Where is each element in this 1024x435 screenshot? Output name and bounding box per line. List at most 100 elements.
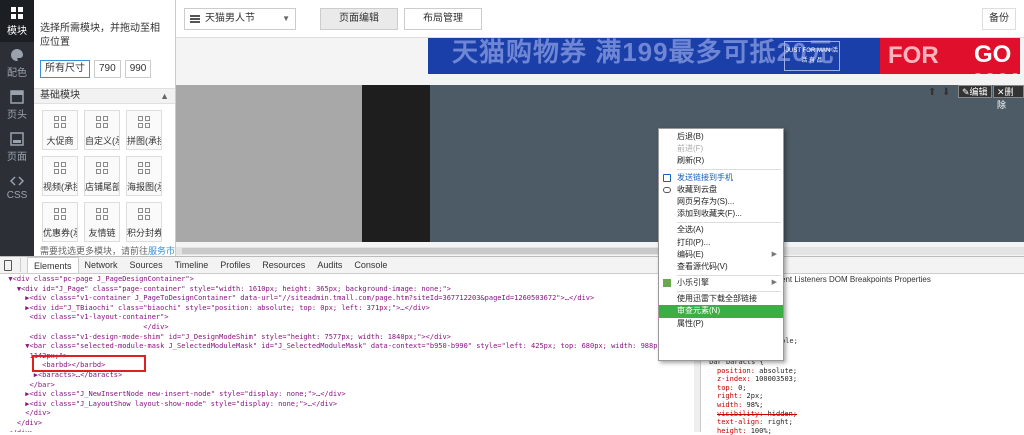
menu-item-label: 网页另存为(S)... [677, 196, 735, 206]
canvas-hscrollbar[interactable] [176, 247, 1024, 255]
tab-resources[interactable]: Resources [256, 257, 311, 273]
tab-console[interactable]: Console [348, 257, 393, 273]
module-tile[interactable]: 友情链 [84, 202, 120, 242]
module-icon [96, 208, 108, 220]
device-mode-icon[interactable] [4, 259, 12, 271]
css-property-name: position: [717, 366, 760, 375]
selected-module-area[interactable] [176, 85, 1024, 242]
context-menu-item[interactable]: 全选(A) [659, 224, 783, 236]
css-rule[interactable]: bar baracts { position: absolute; z-index… [709, 358, 797, 435]
dom-node-line[interactable]: </div> [0, 429, 700, 433]
promo-banner[interactable]: 天猫购物券 满199最多可抵20元 JUST FOR MAN 活 活 有 品 F… [428, 38, 1020, 74]
panel-hint: 选择所需模块，并拖动至相应位置 [40, 23, 160, 48]
context-menu-item[interactable]: 属性(P) [659, 318, 783, 330]
module-edit-button[interactable]: ✎编辑 [958, 85, 992, 98]
tab-sources[interactable]: Sources [124, 257, 169, 273]
section-basic-modules[interactable]: 基础模块 ▲ [34, 88, 175, 104]
size-option-790[interactable]: 790 [94, 60, 121, 78]
tab-audits[interactable]: Audits [311, 257, 348, 273]
backup-button[interactable]: 备份 [982, 8, 1016, 30]
devtools-panel: Elements Network Sources Timeline Profil… [0, 256, 1024, 435]
dom-node-line[interactable]: ▼<bar class="selected-module-mask J_Sele… [0, 342, 700, 352]
tab-network[interactable]: Network [79, 257, 124, 273]
css-property-value: right; [767, 418, 793, 427]
rail-item-header[interactable]: 页头 [0, 84, 34, 126]
module-icon [138, 162, 150, 174]
css-property[interactable]: top: 0; [709, 384, 797, 393]
context-menu-item[interactable]: 后退(B) [659, 131, 783, 143]
dom-node-line[interactable]: </div> [0, 409, 700, 419]
module-tile[interactable]: 视频(承接 [42, 156, 78, 196]
dom-node-line[interactable]: </bar> [0, 381, 700, 391]
page-selector[interactable]: 天猫男人节 ▼ [184, 8, 296, 30]
service-market-link[interactable]: 服务市场 [148, 246, 175, 256]
module-delete-button[interactable]: ✕删除 [993, 85, 1024, 110]
css-property[interactable]: right: 2px; [709, 392, 797, 401]
dom-node-line[interactable]: ▼<div class="pc-page J_PageDesignContain… [0, 275, 700, 285]
module-tile[interactable]: 自定义(承 [84, 110, 120, 150]
tab-elements[interactable]: Elements [27, 257, 79, 273]
module-tile[interactable]: 店铺尾部 [84, 156, 120, 196]
menu-separator [677, 290, 781, 292]
menu-item-label: 刷新(R) [677, 156, 705, 166]
context-menu-item[interactable]: 审查元素(N) [659, 305, 783, 318]
css-property[interactable]: visibility: hidden; [709, 410, 797, 419]
css-property[interactable]: text-align: right; [709, 418, 797, 427]
tab-profiles[interactable]: Profiles [214, 257, 256, 273]
arrow-down-icon[interactable]: ⬇ [942, 87, 950, 98]
rail-label: 模块 [7, 26, 27, 37]
module-tile[interactable]: 积分封券 [126, 202, 162, 242]
context-menu-item[interactable]: 小乐引擎 ▶ [659, 277, 783, 289]
context-menu-item[interactable]: 编码(E) ▶ [659, 249, 783, 261]
dom-node-line[interactable]: ▶<baracts>…</baracts> [0, 371, 700, 381]
css-property[interactable]: width: 98%; [709, 401, 797, 410]
dom-node-line[interactable]: </div> [0, 419, 700, 429]
dom-node-line[interactable]: ▶<div class="J_LayoutShow layout-show-no… [0, 400, 700, 410]
arrow-up-icon[interactable]: ⬆ [928, 87, 936, 98]
module-icon [54, 116, 66, 128]
dom-node-line[interactable]: ▶<div class="v1-container J_PageToDesign… [0, 294, 700, 304]
menu-item-label: 全选(A) [677, 225, 704, 235]
rail-item-colors[interactable]: 配色 [0, 42, 34, 84]
context-menu-item[interactable]: 打印(P)... [659, 237, 783, 249]
module-tile[interactable]: 拼图(承接 [126, 110, 162, 150]
css-property[interactable]: position: absolute; [709, 367, 797, 376]
context-menu-item[interactable]: 收藏到云盘 [659, 184, 783, 196]
rail-item-page[interactable]: 页面 [0, 126, 34, 168]
module-label: 大促商 [46, 136, 74, 146]
context-menu-item[interactable]: 前进(F) [659, 143, 783, 155]
module-tile[interactable]: 海报图(承 [126, 156, 162, 196]
tab-page-edit[interactable]: 页面编辑 [320, 8, 398, 30]
rail-label: CSS [6, 190, 28, 201]
context-menu-item[interactable]: 添加到收藏夹(F)... [659, 208, 783, 220]
module-label: 拼图(承接 [127, 136, 161, 146]
module-tile[interactable]: 大促商 [42, 110, 78, 150]
css-property[interactable]: z-index: 100003503; [709, 375, 797, 384]
dom-node-line[interactable]: <div class="v1-design-mode-shim" id="J_D… [0, 333, 700, 343]
dom-tree[interactable]: ▼<div class="pc-page J_PageDesignContain… [0, 275, 700, 432]
menu-item-label: 编码(E) [677, 249, 704, 259]
context-menu-item[interactable]: 使用迅雷下载全部链接 [659, 293, 783, 305]
module-label: 积分封券 [127, 228, 161, 238]
dom-node-line[interactable]: ▶<div class="J_NewInsertNode new-insert-… [0, 390, 700, 400]
module-tile[interactable]: 优惠券(承 [42, 202, 78, 242]
rail-item-modules[interactable]: 模块 [0, 0, 34, 42]
dom-node-line[interactable]: ▼<div id="J_Page" class="page-container"… [0, 285, 700, 295]
css-property-name: top: [717, 383, 739, 392]
css-property-name: width: [717, 400, 747, 409]
context-menu-item[interactable]: 网页另存为(S)... [659, 196, 783, 208]
context-menu-item[interactable]: 查看源代码(V) [659, 261, 783, 273]
tab-layout-manage[interactable]: 布局管理 [404, 8, 482, 30]
context-menu-item[interactable]: 刷新(R) [659, 155, 783, 167]
module-icon [138, 208, 150, 220]
tab-timeline[interactable]: Timeline [169, 257, 215, 273]
dom-node-line[interactable]: <div class="v1-layout-container"> [0, 313, 700, 323]
rail-item-css[interactable]: CSS [0, 168, 34, 210]
styles-tabs[interactable]: ent Listeners DOM Breakpoints Properties [781, 275, 931, 284]
dom-node-line[interactable]: </div> [0, 323, 700, 333]
size-option-990[interactable]: 990 [124, 60, 152, 78]
context-menu-item[interactable]: 发送链接到手机 [659, 172, 783, 184]
dom-node-line[interactable]: ▶<div id="J_TBiaochi" class="biaochi" st… [0, 304, 700, 314]
module-label: 友情链 [88, 228, 116, 238]
size-option-all[interactable]: 所有尺寸 [40, 60, 90, 78]
